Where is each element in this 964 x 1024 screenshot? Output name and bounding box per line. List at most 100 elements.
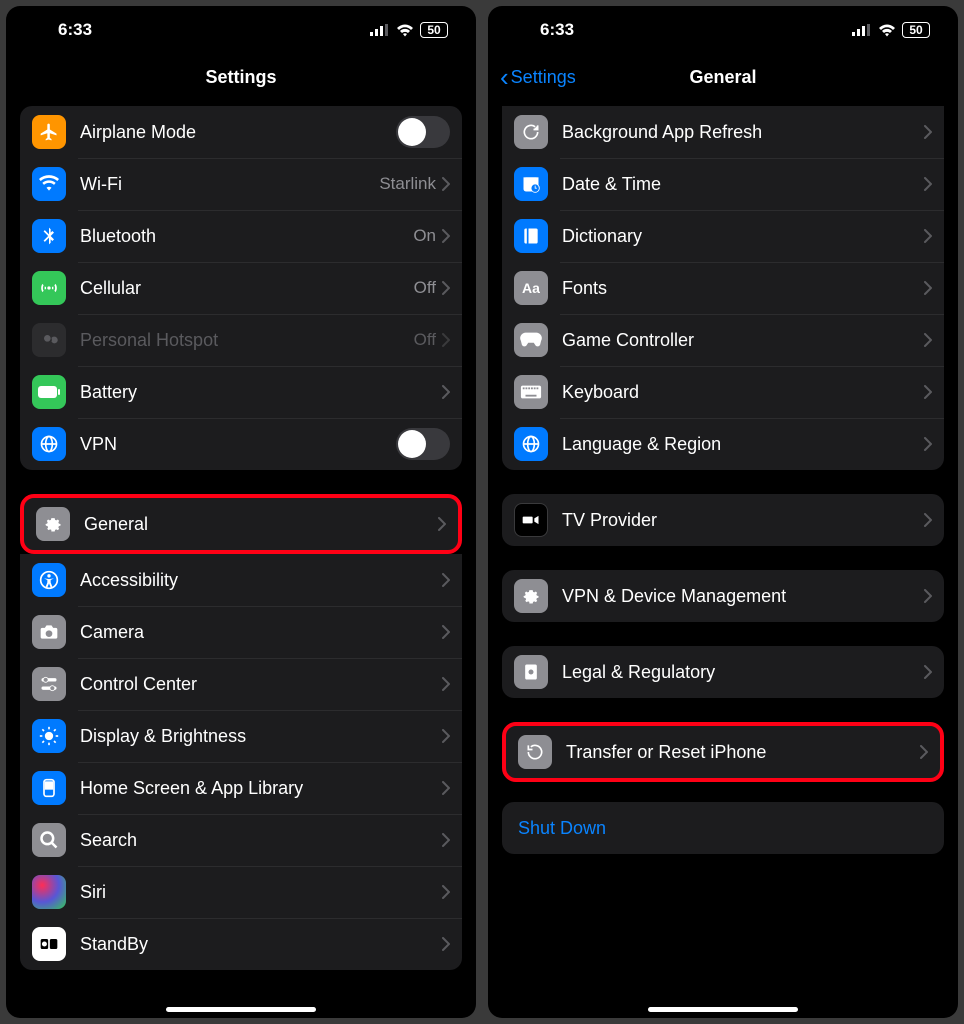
homescreen-icon xyxy=(32,771,66,805)
row-vpn-device-mgmt[interactable]: VPN & Device Management xyxy=(502,570,944,622)
battery-icon: 50 xyxy=(902,22,930,38)
row-game-controller[interactable]: Game Controller xyxy=(502,314,944,366)
row-homescreen[interactable]: Home Screen & App Library xyxy=(20,762,462,814)
row-fonts[interactable]: Aa Fonts xyxy=(502,262,944,314)
tv-provider-icon xyxy=(514,503,548,537)
chevron-icon xyxy=(924,333,932,347)
keyboard-icon xyxy=(514,375,548,409)
row-label: Date & Time xyxy=(562,174,924,195)
row-label: Control Center xyxy=(80,674,442,695)
row-label: Dictionary xyxy=(562,226,924,247)
chevron-icon xyxy=(442,229,450,243)
row-dictionary[interactable]: Dictionary xyxy=(502,210,944,262)
back-label: Settings xyxy=(511,67,576,88)
row-wifi[interactable]: Wi-Fi Starlink xyxy=(20,158,462,210)
row-label: Game Controller xyxy=(562,330,924,351)
row-label: Airplane Mode xyxy=(80,122,396,143)
chevron-left-icon: ‹ xyxy=(500,64,509,90)
chevron-icon xyxy=(924,665,932,679)
chevron-icon xyxy=(442,625,450,639)
siri-icon xyxy=(32,875,66,909)
row-tv-provider[interactable]: TV Provider xyxy=(502,494,944,546)
wifi-icon xyxy=(32,167,66,201)
row-bluetooth[interactable]: Bluetooth On xyxy=(20,210,462,262)
signal-icon xyxy=(370,24,390,36)
row-label: Background App Refresh xyxy=(562,122,924,143)
status-bar: 6:33 50 xyxy=(6,6,476,54)
chevron-icon xyxy=(442,937,450,951)
chevron-icon xyxy=(442,729,450,743)
back-button[interactable]: ‹ Settings xyxy=(500,54,576,100)
hotspot-icon xyxy=(32,323,66,357)
row-vpn[interactable]: VPN xyxy=(20,418,462,470)
nav-header: ‹ Settings General xyxy=(488,54,958,100)
row-keyboard[interactable]: Keyboard xyxy=(502,366,944,418)
row-shut-down[interactable]: Shut Down xyxy=(502,802,944,854)
wifi-icon xyxy=(878,24,896,37)
general-group-legal: Legal & Regulatory xyxy=(502,646,944,698)
airplane-toggle[interactable] xyxy=(396,116,450,148)
general-group-tv: TV Provider xyxy=(502,494,944,546)
chevron-icon xyxy=(442,333,450,347)
row-siri[interactable]: Siri xyxy=(20,866,462,918)
row-label: Home Screen & App Library xyxy=(80,778,442,799)
row-cellular[interactable]: Cellular Off xyxy=(20,262,462,314)
status-right: 50 xyxy=(852,22,930,38)
row-standby[interactable]: StandBy xyxy=(20,918,462,970)
row-general-highlighted: General xyxy=(20,494,462,554)
row-camera[interactable]: Camera xyxy=(20,606,462,658)
row-label: VPN & Device Management xyxy=(562,586,924,607)
row-transfer-reset[interactable]: Transfer or Reset iPhone xyxy=(506,726,940,778)
row-display[interactable]: Display & Brightness xyxy=(20,710,462,762)
row-date-time[interactable]: Date & Time xyxy=(502,158,944,210)
chevron-icon xyxy=(924,437,932,451)
row-value: Off xyxy=(414,330,436,350)
row-legal[interactable]: Legal & Regulatory xyxy=(502,646,944,698)
chevron-icon xyxy=(442,573,450,587)
chevron-icon xyxy=(924,513,932,527)
row-label: Cellular xyxy=(80,278,414,299)
row-label: Fonts xyxy=(562,278,924,299)
settings-group-connectivity: Airplane Mode Wi-Fi Starlink Bluetooth O… xyxy=(20,106,462,470)
chevron-icon xyxy=(924,229,932,243)
general-list[interactable]: Background App Refresh Date & Time Dicti… xyxy=(488,100,958,1018)
row-general[interactable]: General xyxy=(24,498,458,550)
row-label: Siri xyxy=(80,882,442,903)
row-airplane-mode[interactable]: Airplane Mode xyxy=(20,106,462,158)
calendar-icon xyxy=(514,167,548,201)
row-label: Shut Down xyxy=(518,818,606,839)
row-reset-highlighted: Transfer or Reset iPhone xyxy=(502,722,944,782)
row-label: Battery xyxy=(80,382,442,403)
general-group-main: Background App Refresh Date & Time Dicti… xyxy=(502,106,944,470)
gear-icon xyxy=(514,579,548,613)
home-indicator[interactable] xyxy=(166,1007,316,1012)
cellular-icon xyxy=(32,271,66,305)
chevron-icon xyxy=(438,517,446,531)
row-label: Bluetooth xyxy=(80,226,413,247)
general-group-shutdown: Shut Down xyxy=(502,802,944,854)
row-accessibility[interactable]: Accessibility xyxy=(20,554,462,606)
standby-icon xyxy=(32,927,66,961)
chevron-icon xyxy=(920,745,928,759)
battery-row-icon xyxy=(32,375,66,409)
phone-left: 6:33 50 Settings Airplane Mode Wi-Fi Sta xyxy=(6,6,476,1018)
reset-icon xyxy=(518,735,552,769)
settings-list[interactable]: Airplane Mode Wi-Fi Starlink Bluetooth O… xyxy=(6,100,476,1018)
vpn-toggle[interactable] xyxy=(396,428,450,460)
row-background-refresh[interactable]: Background App Refresh xyxy=(502,106,944,158)
row-battery[interactable]: Battery xyxy=(20,366,462,418)
row-search[interactable]: Search xyxy=(20,814,462,866)
signal-icon xyxy=(852,24,872,36)
row-control-center[interactable]: Control Center xyxy=(20,658,462,710)
status-right: 50 xyxy=(370,22,448,38)
row-language-region[interactable]: Language & Region xyxy=(502,418,944,470)
row-label: Search xyxy=(80,830,442,851)
chevron-icon xyxy=(442,833,450,847)
legal-icon xyxy=(514,655,548,689)
dictionary-icon xyxy=(514,219,548,253)
game-controller-icon xyxy=(514,323,548,357)
chevron-icon xyxy=(924,281,932,295)
battery-icon: 50 xyxy=(420,22,448,38)
row-hotspot[interactable]: Personal Hotspot Off xyxy=(20,314,462,366)
home-indicator[interactable] xyxy=(648,1007,798,1012)
